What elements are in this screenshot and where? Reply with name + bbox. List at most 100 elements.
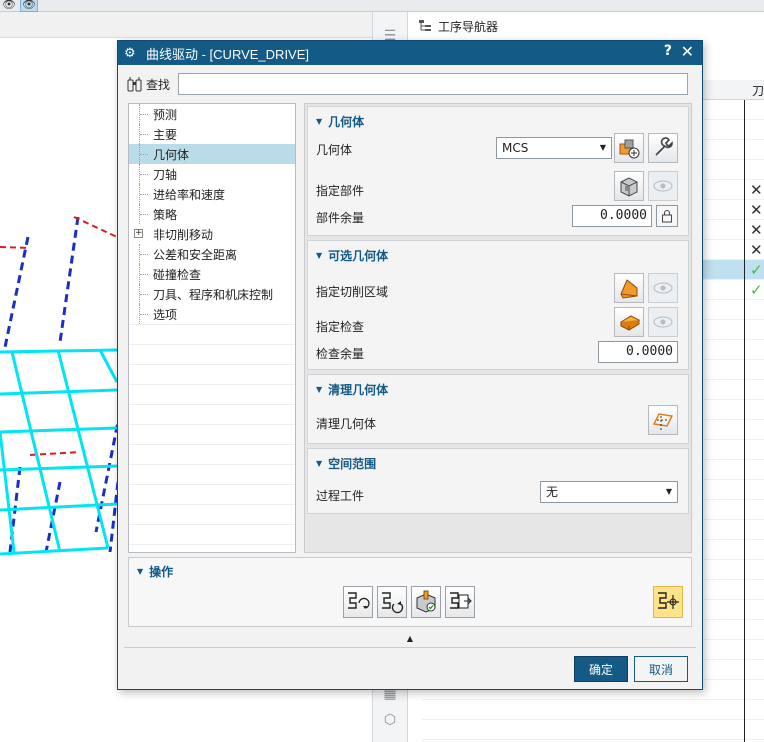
assign-button[interactable] xyxy=(653,586,683,618)
tree-connector xyxy=(139,284,149,304)
navigator-row[interactable] xyxy=(422,720,764,740)
tree-item[interactable]: 主要 xyxy=(129,124,295,144)
cleanup-geometry-button[interactable] xyxy=(648,405,678,435)
operations-group: ▼ 操作 xyxy=(128,557,692,627)
list-button[interactable] xyxy=(445,586,475,618)
ipw-select-value: 无 xyxy=(546,485,559,499)
group-cleanup-title: 清理几何体 xyxy=(328,383,389,397)
tree-gridline xyxy=(129,524,295,525)
eye-icon[interactable]: 👁 xyxy=(0,0,18,12)
expand-collapse-toggle[interactable]: ▲ xyxy=(118,631,702,645)
column-header-tool[interactable]: 刀 xyxy=(752,82,764,99)
dialog-titlebar[interactable]: ⚙ 曲线驱动 - [CURVE_DRIVE] ? ✕ xyxy=(118,41,702,65)
eye-icon xyxy=(653,282,673,294)
tree-connector xyxy=(139,164,149,184)
navigator-row[interactable] xyxy=(422,700,764,720)
ok-button[interactable]: 确定 xyxy=(574,656,628,682)
tree-item-label: 碰撞检查 xyxy=(153,267,202,282)
navigator-title-bar: 工序导航器 xyxy=(418,16,498,36)
tree-connector xyxy=(139,184,149,204)
group-cleanup-geometry: ▼ 清理几何体 清理几何体 xyxy=(307,374,689,444)
tree-gridline xyxy=(129,504,295,505)
dropdown-arrow-icon: ▼ xyxy=(665,487,672,496)
surface-grid xyxy=(0,348,119,556)
tree-item[interactable]: + 非切削移动 xyxy=(129,224,295,244)
group-geometry-header[interactable]: ▼ 几何体 xyxy=(316,113,364,130)
tree-connector xyxy=(139,104,149,124)
group-spatial-header[interactable]: ▼ 空间范围 xyxy=(316,455,376,472)
eye-icon xyxy=(653,316,673,328)
tree-gridline xyxy=(129,424,295,425)
tree-item[interactable]: 进给率和速度 xyxy=(129,184,295,204)
close-button[interactable]: ✕ xyxy=(681,42,694,61)
generate-button[interactable] xyxy=(343,586,373,618)
group-optional-geometry: ▼ 可选几何体 指定切削区域 指定检查 检查余量 0.0000 xyxy=(307,240,689,370)
part-icon[interactable]: ⬡ xyxy=(379,710,401,730)
tree-item[interactable]: 刀轴 xyxy=(129,164,295,184)
find-input[interactable] xyxy=(178,73,688,95)
cancel-button[interactable]: 取消 xyxy=(634,656,688,682)
tree-item-label: 非切削移动 xyxy=(153,227,214,242)
display-part-button[interactable] xyxy=(648,171,678,201)
gear-icon: ⚙ xyxy=(124,45,136,61)
operations-header[interactable]: ▼ 操作 xyxy=(137,563,173,580)
tree-connector xyxy=(139,204,149,224)
new-geometry-button[interactable] xyxy=(614,133,644,163)
verify-button[interactable] xyxy=(411,586,441,618)
binoculars-icon xyxy=(126,75,144,93)
eye-toggle-icon[interactable]: 👁 xyxy=(20,0,38,12)
cut-area-icon xyxy=(620,279,638,299)
lock-button[interactable] xyxy=(656,205,678,227)
help-button[interactable]: ? xyxy=(664,43,672,59)
specify-check-button[interactable] xyxy=(614,307,644,337)
replay-button[interactable] xyxy=(377,586,407,618)
group-geometry-title: 几何体 xyxy=(328,115,365,129)
dialog-tree: 预测主要 几何体 刀轴 进给率和速度策略 + 非切削移动公差和安全距离 碰撞检查刀具、程序和… xyxy=(128,103,296,553)
check-stock-field[interactable]: 0.0000 xyxy=(598,341,678,363)
tree-item[interactable]: 碰撞检查 xyxy=(129,264,295,284)
tree-item[interactable]: 公差和安全距离 xyxy=(129,244,295,264)
tree-item[interactable]: 策略 xyxy=(129,204,295,224)
navigator-icon xyxy=(419,20,431,31)
cleanup-geometry-icon xyxy=(652,413,674,430)
part-stock-label: 部件余量 xyxy=(316,211,365,225)
check-geometry-icon xyxy=(619,315,641,331)
status-regenerate-icon: ✕ xyxy=(750,241,763,259)
tree-item-label: 选项 xyxy=(153,307,178,322)
specify-cut-area-button[interactable] xyxy=(614,273,644,303)
group-optional-header[interactable]: ▼ 可选几何体 xyxy=(316,247,388,264)
find-row: 查找 xyxy=(126,73,694,95)
status-complete-icon: ✓ xyxy=(750,281,763,299)
part-stock-field[interactable]: 0.0000 xyxy=(572,205,652,227)
tree-item[interactable]: 刀具、程序和机床控制 xyxy=(129,284,295,304)
tree-item[interactable]: 选项 xyxy=(129,304,295,324)
column-divider xyxy=(744,100,745,742)
generate-icon xyxy=(348,592,370,609)
tree-gridline xyxy=(129,344,295,345)
ipw-select[interactable]: 无 ▼ xyxy=(540,481,678,503)
geometry-select[interactable]: MCS ▼ xyxy=(496,137,612,159)
expand-plus-icon[interactable]: + xyxy=(134,229,143,238)
tree-item[interactable]: 几何体 xyxy=(129,144,295,164)
status-regenerate-icon: ✕ xyxy=(750,181,763,199)
assign-icon xyxy=(658,592,679,609)
specify-part-button[interactable] xyxy=(614,171,644,201)
tool-path-blue xyxy=(2,216,122,553)
group-spatial-title: 空间范围 xyxy=(328,457,377,471)
tree-gridline xyxy=(129,384,295,385)
tree-item-label: 策略 xyxy=(153,207,178,222)
display-check-button[interactable] xyxy=(648,307,678,337)
wrench-icon xyxy=(655,137,673,156)
collapse-caret-icon: ▼ xyxy=(316,459,323,468)
tree-gridline xyxy=(129,364,295,365)
tree-item[interactable]: 预测 xyxy=(129,104,295,124)
edit-geometry-button[interactable] xyxy=(648,133,678,163)
specify-cut-area-label: 指定切削区域 xyxy=(316,285,389,299)
tree-item-label: 公差和安全距离 xyxy=(153,247,238,262)
collapse-caret-icon: ▼ xyxy=(316,251,323,260)
operations-title: 操作 xyxy=(149,565,174,579)
group-cleanup-header[interactable]: ▼ 清理几何体 xyxy=(316,381,388,398)
display-cut-area-button[interactable] xyxy=(648,273,678,303)
collapse-caret-icon: ▼ xyxy=(316,385,323,394)
tree-item-label: 预测 xyxy=(153,107,178,122)
